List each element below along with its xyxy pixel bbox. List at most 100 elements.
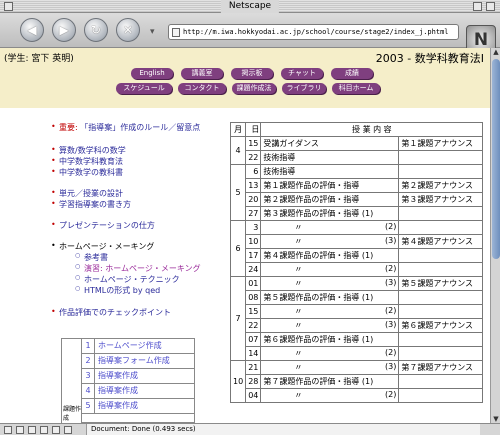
assignment-item[interactable]: 4 指導案作成: [82, 384, 195, 399]
table-row: 10 21 〃 (3) 第７課題アナウンス: [229, 360, 484, 403]
scroll-down-icon[interactable]: ▼: [491, 415, 500, 423]
table-row: 7 01 〃 (3) 第５課題アナウンス: [229, 276, 484, 361]
mail-icon[interactable]: [28, 426, 36, 434]
zoom-box-icon[interactable]: [473, 2, 482, 11]
nav-chat-button[interactable]: チャット: [281, 68, 323, 79]
link-plan-writing[interactable]: • 学習指導案の書き方: [51, 199, 131, 210]
link-hp-technique[interactable]: ○ ホームページ・テクニック: [75, 274, 180, 285]
table-row: 04 〃 (2): [231, 388, 484, 403]
session-number: (3): [385, 362, 397, 371]
browser-toolbar: ◀ ▶ ↻ ✕ ▾ http://m.iwa.hokkyodai.ac.jp/s…: [0, 13, 500, 55]
day-cell: 21: [245, 360, 262, 375]
session-number: (2): [385, 348, 397, 357]
month-cell: 6: [229, 220, 247, 277]
bookmarks-icon[interactable]: [52, 426, 60, 434]
announcement-cell: 第２課題アナウンス: [398, 178, 484, 193]
security-icon[interactable]: [4, 426, 12, 434]
announcement-cell: 第３課題アナウンス: [398, 192, 484, 207]
nav-course-home-button[interactable]: 科目ホーム: [332, 83, 380, 94]
print-icon[interactable]: [64, 426, 72, 434]
nav-bulletin-board-button[interactable]: 掲示板: [231, 68, 273, 79]
assignment-rail: 課題作成: [62, 339, 82, 423]
nav-assignment-method-button[interactable]: 課題作成法: [232, 83, 276, 94]
session-number: (3): [385, 320, 397, 329]
link-reference-books[interactable]: ○ 参考書: [75, 252, 108, 263]
table-row: 17 第４課題作品の評価・指導 (1): [231, 248, 484, 263]
composer-icon[interactable]: [40, 426, 48, 434]
stop-icon[interactable]: ✕: [116, 18, 140, 42]
announcement-cell: [398, 346, 484, 361]
announcement-cell: [398, 248, 484, 263]
assignment-item[interactable]: 1 ホームページ作成: [82, 339, 195, 354]
table-row: 5 6 技術指導: [229, 164, 484, 221]
link-checkpoints[interactable]: • 作品評価でのチェックポイント: [51, 307, 171, 318]
announcement-cell: [398, 206, 484, 221]
vertical-scrollbar[interactable]: ▲ ▼: [490, 48, 500, 423]
table-row: 15 〃 (2): [231, 304, 484, 319]
announcement-cell: 第５課題アナウンス: [398, 276, 484, 291]
assignment-item[interactable]: 3 指導案作成: [82, 369, 195, 384]
ditto-mark: 〃: [294, 321, 303, 330]
content-cell: 第４課題作品の評価・指導 (1): [260, 248, 400, 263]
content-cell: 技術指導: [260, 164, 400, 179]
day-header: 日: [245, 122, 262, 137]
content-cell: 〃 (3): [260, 360, 400, 375]
day-cell: 15: [245, 136, 262, 151]
day-cell: 04: [245, 388, 262, 403]
link-unit-design[interactable]: • 単元／授業の設計: [51, 188, 123, 199]
ditto-mark: 〃: [294, 349, 303, 358]
table-row: 07 第６課題作品の評価・指導 (1): [231, 332, 484, 347]
url-field[interactable]: http://m.iwa.hokkyodai.ac.jp/school/cour…: [168, 24, 459, 40]
nav-english-button[interactable]: English: [131, 68, 173, 79]
course-title: 2003 - 数学科教育法Ⅰ: [375, 52, 484, 65]
link-hp-exercise[interactable]: ○ 演習: ホームページ・メーキング: [75, 263, 201, 274]
assignment-nav: 課題作成 1 ホームページ作成 2 指導案フォーム作成 3 指導案作成 4 指導案作成 …: [61, 338, 195, 423]
ditto-mark: 〃: [294, 391, 303, 400]
assignment-item[interactable]: 5 指導案作成: [82, 399, 195, 414]
url-text: http://m.iwa.hokkyodai.ac.jp/school/cour…: [183, 28, 449, 36]
collapse-box-icon[interactable]: [486, 2, 495, 11]
nav-lecture-room-button[interactable]: 講義室: [181, 68, 223, 79]
announcement-cell: [398, 262, 484, 277]
link-textbook[interactable]: • 中学数学の教科書: [51, 167, 123, 178]
scroll-thumb[interactable]: [492, 59, 500, 259]
session-number: (2): [385, 222, 397, 231]
day-cell: 15: [245, 304, 262, 319]
close-box-icon[interactable]: [4, 2, 13, 11]
announcement-cell: 第４課題アナウンス: [398, 234, 484, 249]
content-cell: 〃 (2): [260, 346, 400, 361]
location-dropdown-icon[interactable]: ▾: [150, 27, 155, 37]
day-cell: 22: [245, 318, 262, 333]
nav-library-button[interactable]: ライブラリ: [282, 83, 326, 94]
reload-icon[interactable]: ↻: [84, 18, 108, 42]
online-icon[interactable]: [16, 426, 24, 434]
bullet-icon: •: [51, 122, 56, 131]
link-math[interactable]: • 算数/数学科の数学: [51, 145, 126, 156]
content-cell: 〃 (3): [260, 276, 400, 291]
rules-link[interactable]: 「指導案」作成のルール／留意点: [80, 123, 200, 132]
page-proxy-icon[interactable]: [172, 28, 180, 37]
scroll-up-icon[interactable]: ▲: [491, 48, 500, 56]
content-cell: 第１課題作品の評価・指導: [260, 178, 400, 193]
day-cell: 6: [245, 164, 262, 179]
link-html-format[interactable]: ○ HTMLの形式 by qed: [75, 285, 160, 296]
content-header: 授 業 内 容: [260, 122, 484, 137]
session-number: (2): [385, 306, 397, 315]
link-presentation[interactable]: • プレゼンテーションの仕方: [51, 220, 155, 231]
nav-grades-button[interactable]: 成績: [331, 68, 373, 79]
announcement-cell: [398, 304, 484, 319]
ditto-mark: 〃: [294, 223, 303, 232]
assignment-item[interactable]: 2 指導案フォーム作成: [82, 354, 195, 369]
table-row: 22 技術指導: [231, 150, 484, 165]
forward-arrow-icon[interactable]: ▶: [52, 18, 76, 42]
nav-schedule-button[interactable]: スケジュール: [116, 83, 172, 94]
session-number: (3): [385, 278, 397, 287]
back-arrow-icon[interactable]: ◀: [20, 18, 44, 42]
content-cell: 〃 (2): [260, 388, 400, 403]
title-bar: Netscape: [0, 0, 500, 13]
link-teaching-method[interactable]: • 中学数学科教育法: [51, 156, 123, 167]
nav-contact-button[interactable]: コンタクト: [178, 83, 226, 94]
content-cell: 第７課題作品の評価・指導 (1): [260, 374, 400, 389]
announcement-cell: [398, 332, 484, 347]
day-cell: 17: [245, 248, 262, 263]
